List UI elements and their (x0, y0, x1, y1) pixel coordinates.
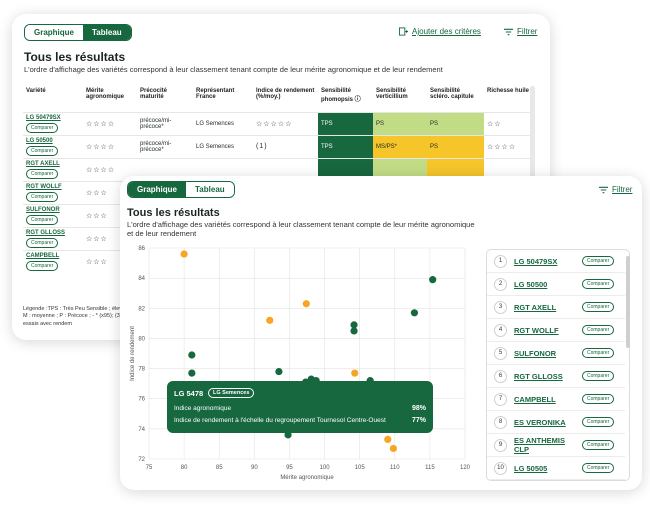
rank-number: 8 (494, 415, 507, 429)
y-tick-label: 84 (138, 276, 145, 282)
data-point (389, 444, 397, 453)
rank-number: 2 (494, 277, 507, 291)
data-point (410, 309, 419, 317)
x-tick-label: 105 (355, 465, 366, 471)
compare-button[interactable]: Comparer (582, 256, 615, 266)
ranking-item: 6 RGT GLLOSS Comparer (487, 365, 625, 388)
rank-number: 6 (494, 369, 507, 383)
ranking-item: 10 LG 50505 Comparer (487, 457, 625, 480)
x-axis-label: Mérite agronomique (280, 475, 334, 481)
data-point (384, 435, 392, 444)
compare-button[interactable]: Comparer (582, 302, 615, 312)
tooltip-row2-label: Indice de rendement à l'échelle du regro… (174, 417, 386, 424)
ranking-item: 4 RGT WOLLF Comparer (487, 319, 625, 342)
compare-button[interactable]: Comparer (582, 279, 615, 289)
data-point (180, 250, 188, 258)
variety-link[interactable]: ES ANTHEMIS CLP (514, 436, 582, 454)
variety-link[interactable]: LG 50505 (514, 464, 582, 473)
y-axis-label: Indice de rendement (130, 326, 136, 381)
rank-number: 10 (494, 461, 507, 475)
y-tick-label: 82 (138, 306, 145, 312)
ranking-item: 8 ES VERONIKA Comparer (487, 411, 625, 434)
x-tick-label: 110 (390, 465, 400, 471)
x-tick-label: 80 (181, 465, 188, 471)
rank-number: 4 (494, 323, 507, 337)
rank-number: 1 (494, 254, 507, 268)
data-point (429, 276, 437, 284)
compare-button[interactable]: Comparer (582, 348, 615, 358)
ranking-item: 9 ES ANTHEMIS CLP Comparer (487, 434, 625, 457)
compare-button[interactable]: Comparer (582, 325, 615, 335)
tooltip-row2-value: 77% (411, 417, 426, 424)
tooltip-row1-value: 98% (411, 405, 426, 412)
variety-link[interactable]: RGT GLLOSS (514, 372, 582, 381)
ranking-item: 5 SULFONOR Comparer (487, 342, 625, 365)
y-tick-label: 74 (138, 427, 145, 433)
x-tick-label: 120 (460, 465, 471, 471)
compare-button[interactable]: Comparer (582, 371, 615, 381)
x-tick-label: 75 (146, 465, 153, 471)
y-tick-label: 80 (138, 336, 145, 342)
x-tick-label: 85 (216, 465, 223, 471)
y-tick-label: 86 (138, 246, 145, 252)
compare-button[interactable]: Comparer (582, 417, 615, 427)
y-tick-label: 76 (138, 397, 145, 403)
variety-link[interactable]: RGT WOLLF (514, 326, 582, 335)
variety-link[interactable]: CAMPBELL (514, 395, 582, 404)
ranking-list: 1 LG 50479SX Comparer 2 LG 50500 Comparer 3 RGT… (486, 249, 630, 481)
rank-number: 9 (494, 438, 507, 452)
compare-button[interactable]: Comparer (582, 463, 615, 473)
x-tick-label: 90 (251, 465, 258, 471)
variety-link[interactable]: LG 50479SX (514, 257, 582, 266)
variety-link[interactable]: RGT AXELL (514, 303, 582, 312)
x-tick-label: 95 (286, 465, 293, 471)
y-tick-label: 78 (138, 367, 145, 373)
tooltip-badge: LG Semences (208, 388, 255, 398)
data-point (188, 351, 196, 359)
variety-link[interactable]: ES VERONIKA (514, 418, 582, 427)
compare-button[interactable]: Comparer (582, 440, 615, 450)
ranking-item: 3 RGT AXELL Comparer (487, 296, 625, 319)
x-tick-label: 115 (425, 465, 435, 471)
data-point (351, 369, 359, 377)
rank-number: 7 (494, 392, 507, 406)
rank-number: 5 (494, 346, 507, 360)
tooltip-row1-label: Indice agronomique (174, 405, 232, 412)
chart-tooltip: LG 5478 LG Semences Indice agronomique 9… (167, 381, 433, 433)
ranking-scrollbar[interactable] (626, 256, 630, 348)
variety-link[interactable]: SULFONOR (514, 349, 582, 358)
data-point (188, 369, 196, 377)
data-point (302, 300, 310, 308)
variety-link[interactable]: LG 50500 (514, 280, 582, 289)
ranking-item: 1 LG 50479SX Comparer (487, 250, 625, 273)
ranking-item: 2 LG 50500 Comparer (487, 273, 625, 296)
x-tick-label: 100 (320, 465, 331, 471)
data-point (350, 327, 358, 335)
data-point (275, 367, 283, 376)
ranking-item: 7 CAMPBELL Comparer (487, 388, 625, 411)
compare-button[interactable]: Comparer (582, 394, 615, 404)
tooltip-variety-name: LG 5478 (174, 389, 204, 398)
y-tick-label: 72 (138, 457, 145, 463)
rank-number: 3 (494, 300, 507, 314)
data-point (266, 316, 274, 324)
